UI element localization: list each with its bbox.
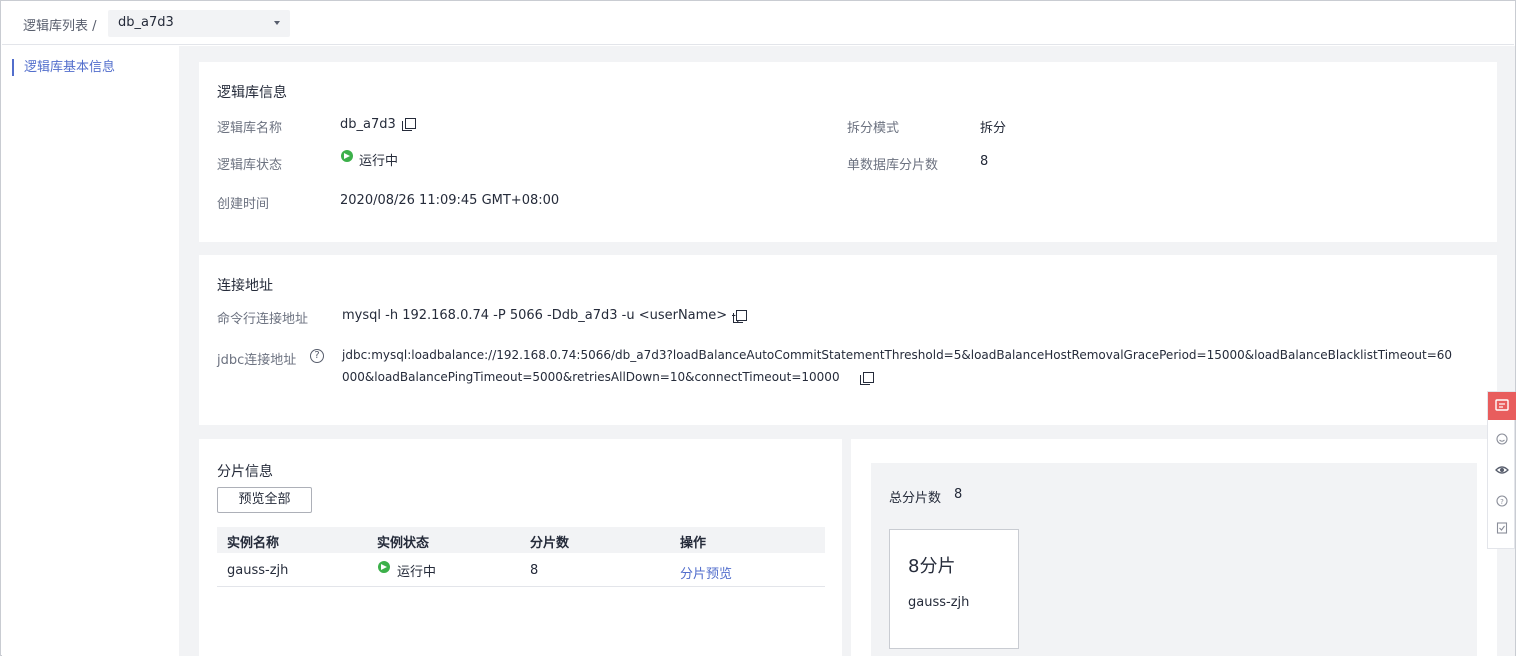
split-mode-value: 拆分 — [980, 121, 1007, 136]
running-status-icon — [378, 561, 390, 573]
jdbc-address-label: jdbc连接地址 — [217, 353, 297, 368]
shard-box-instance: gauss-zjh — [908, 595, 970, 610]
created-time-label: 创建时间 — [217, 197, 270, 212]
sidebar: 逻辑库基本信息 — [2, 46, 179, 656]
cli-address-value: mysql -h 192.168.0.74 -P 5066 -Ddb_a7d3 … — [342, 308, 745, 323]
shard-table-header: 实例名称 实例状态 分片数 操作 — [217, 527, 825, 553]
column-header-action: 操作 — [680, 536, 707, 551]
jdbc-address-line1: jdbc:mysql:loadbalance://192.168.0.74:50… — [342, 348, 1453, 362]
running-status-icon — [341, 150, 353, 162]
smile-icon[interactable] — [1488, 425, 1516, 453]
shard-summary-card: 总分片数 8 8分片 gauss-zjh — [851, 439, 1497, 656]
preview-all-button[interactable]: 预览全部 — [217, 487, 312, 513]
db-name-label: 逻辑库名称 — [217, 121, 283, 136]
shards-per-db-label: 单数据库分片数 — [847, 158, 939, 173]
row-instance-name: gauss-zjh — [227, 563, 289, 578]
chevron-down-icon — [274, 21, 280, 25]
eye-icon[interactable] — [1488, 456, 1516, 484]
total-shards-label: 总分片数 — [889, 491, 942, 506]
svg-text:?: ? — [1500, 498, 1504, 506]
copy-icon[interactable] — [860, 372, 874, 385]
copy-icon[interactable] — [733, 310, 747, 323]
sidebar-item-basic-info[interactable]: 逻辑库基本信息 — [12, 59, 115, 76]
help-icon[interactable]: ? — [1488, 487, 1516, 515]
breadcrumb-bar: 逻辑库列表 / db_a7d3 — [2, 2, 1514, 45]
db-status-value: 运行中 — [359, 154, 399, 169]
shard-preview-link[interactable]: 分片预览 — [680, 563, 732, 582]
split-mode-label: 拆分模式 — [847, 121, 900, 136]
connection-title: 连接地址 — [217, 278, 273, 294]
floating-toolbar: ? — [1487, 391, 1516, 549]
connection-card: 连接地址 命令行连接地址 mysql -h 192.168.0.74 -P 50… — [199, 255, 1497, 425]
breadcrumb-parent-link[interactable]: 逻辑库列表 / — [23, 15, 97, 34]
db-selector-value: db_a7d3 — [118, 15, 174, 30]
help-icon[interactable]: ? — [310, 349, 324, 363]
column-header-status: 实例状态 — [377, 536, 430, 551]
db-info-card: 逻辑库信息 逻辑库名称 db_a7d3 逻辑库状态 运行中 创建时间 2020/… — [199, 62, 1497, 242]
db-info-title: 逻辑库信息 — [217, 85, 287, 101]
shards-per-db-value: 8 — [980, 154, 989, 169]
table-row: gauss-zjh 运行中 8 分片预览 — [217, 553, 825, 587]
row-shard-count: 8 — [530, 563, 539, 578]
total-shards-value: 8 — [954, 487, 963, 502]
feedback-icon[interactable] — [1488, 392, 1516, 420]
shard-info-title: 分片信息 — [217, 464, 273, 480]
row-instance-status: 运行中 — [397, 565, 437, 580]
shard-summary-panel: 总分片数 8 8分片 gauss-zjh — [871, 463, 1477, 656]
jdbc-address-line2: 000&loadBalancePingTimeout=5000&retriesA… — [342, 370, 840, 384]
console-frame: 逻辑库列表 / db_a7d3 逻辑库基本信息 逻辑库信息 逻辑库名称 db_a… — [0, 0, 1516, 656]
created-time-value: 2020/08/26 11:09:45 GMT+08:00 — [340, 193, 560, 208]
db-status-label: 逻辑库状态 — [217, 158, 283, 173]
db-name-value: db_a7d3 — [340, 117, 396, 132]
main-content: 逻辑库信息 逻辑库名称 db_a7d3 逻辑库状态 运行中 创建时间 2020/… — [179, 46, 1515, 656]
column-header-instance: 实例名称 — [227, 536, 280, 551]
column-header-shards: 分片数 — [530, 536, 570, 551]
db-selector[interactable]: db_a7d3 — [108, 10, 290, 37]
checklist-icon[interactable] — [1488, 514, 1516, 542]
shard-box[interactable]: 8分片 gauss-zjh — [889, 529, 1019, 649]
shard-box-title: 8分片 — [908, 556, 956, 577]
copy-icon[interactable] — [402, 118, 416, 131]
cli-address-label: 命令行连接地址 — [217, 312, 309, 327]
shard-info-card: 分片信息 预览全部 实例名称 实例状态 分片数 操作 gauss-zjh 运行中… — [199, 439, 842, 656]
